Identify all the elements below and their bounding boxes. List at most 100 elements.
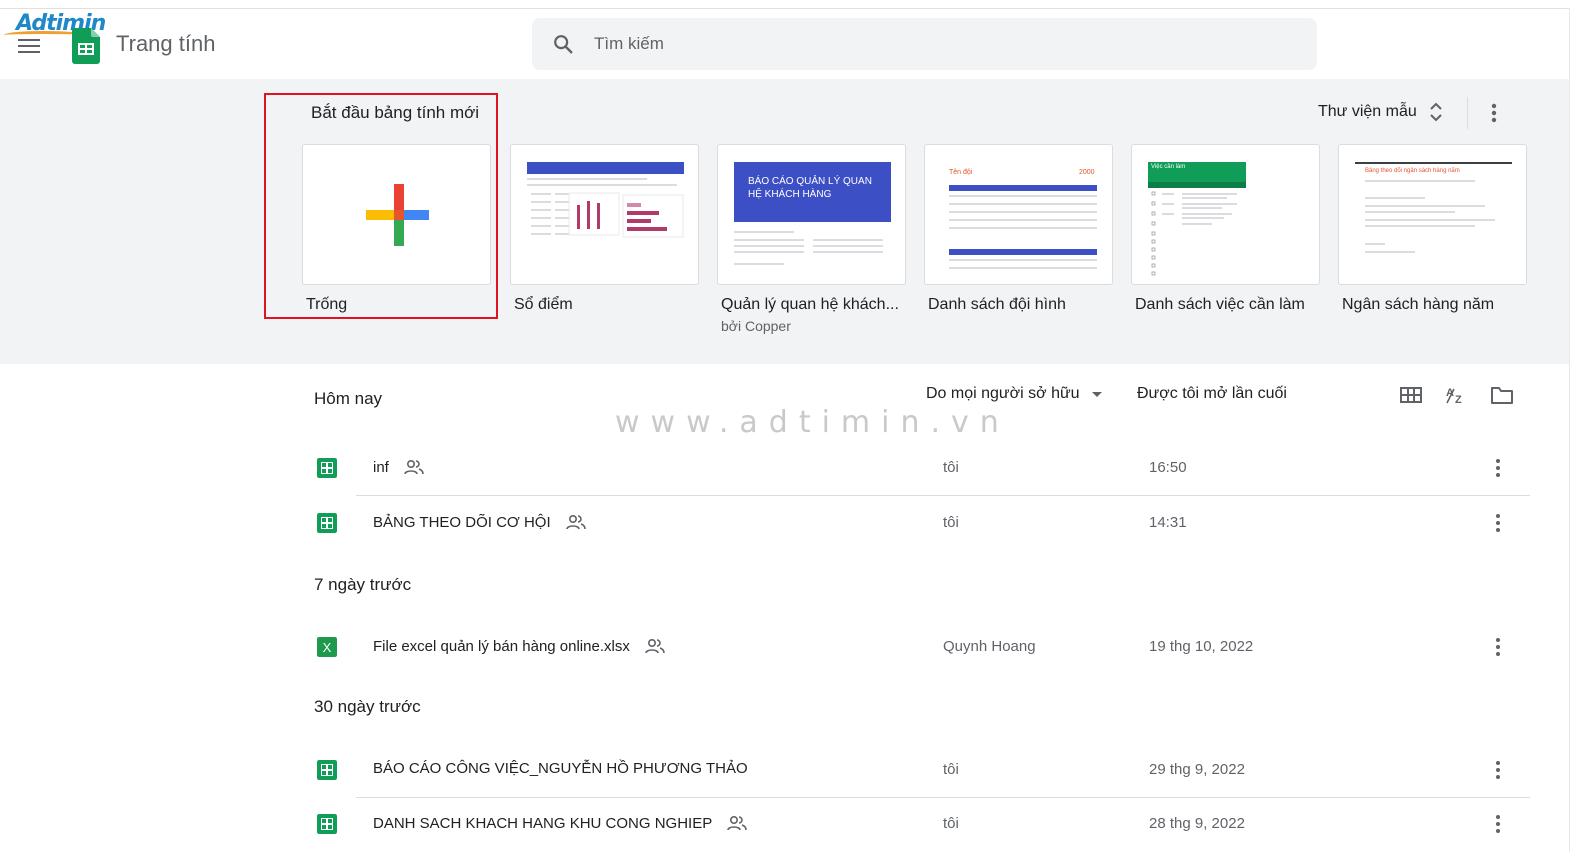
file-last-opened: 14:31 [1149, 514, 1187, 531]
sort-az-icon[interactable]: A Z [1443, 383, 1469, 407]
grid-view-icon[interactable] [1398, 383, 1424, 407]
file-row[interactable]: BẢNG THEO DÕI CƠ HỘI tôi 14:31 [300, 496, 1530, 550]
search-bar[interactable] [532, 18, 1317, 70]
gallery-title: Bắt đầu bảng tính mới [311, 103, 480, 122]
template-roster[interactable]: Tên đội 2000 Danh sách đội hình [924, 144, 1113, 314]
plus-icon [366, 184, 429, 246]
thumb-line [1365, 219, 1495, 221]
thumb-line [734, 231, 794, 233]
template-todo[interactable]: Việc cần làm Danh sách việc cần làm [1131, 144, 1320, 314]
more-vert-icon[interactable] [1488, 757, 1508, 783]
thumb-line [813, 239, 883, 241]
sheets-file-icon [317, 814, 337, 834]
file-row[interactable]: X File excel quản lý bán hàng online.xls… [300, 620, 1530, 674]
template-name: Trống [306, 296, 348, 313]
template-library-button[interactable]: Thư viện mẫu [1318, 101, 1443, 123]
file-owner: tôi [943, 459, 959, 476]
thumb-checklist [1151, 191, 1237, 276]
folder-icon[interactable] [1489, 383, 1515, 407]
sheets-app-icon[interactable] [72, 28, 100, 64]
thumb-line [949, 211, 1097, 213]
thumb-line [734, 251, 804, 253]
file-last-opened: 19 thg 10, 2022 [1149, 638, 1254, 655]
section-title: 30 ngày trước [314, 697, 421, 716]
file-owner: tôi [943, 514, 959, 531]
more-vert-icon[interactable] [1482, 99, 1506, 127]
menu-icon-line [18, 45, 40, 47]
file-owner: tôi [943, 761, 959, 778]
thumb-header-bar [949, 185, 1097, 191]
thumb-line [1365, 243, 1385, 245]
file-owner: tôi [943, 815, 959, 832]
search-input[interactable] [594, 30, 1274, 58]
search-icon[interactable] [552, 33, 574, 55]
template-blank[interactable]: Trống [302, 144, 491, 314]
file-name[interactable]: inf [373, 458, 425, 476]
more-vert-icon[interactable] [1488, 634, 1508, 660]
menu-icon-line [18, 39, 40, 41]
file-row[interactable]: DANH SACH KHACH HANG KHU CONG NGHIEP tôi… [300, 797, 1530, 851]
template-thumbnail[interactable]: Việc cần làm [1131, 144, 1320, 285]
file-last-opened: 29 thg 9, 2022 [1149, 761, 1245, 778]
thumb-line [1365, 251, 1415, 253]
template-crm[interactable]: BÁO CÁO QUẢN LÝ QUAN HỆ KHÁCH HÀNG Quản … [717, 144, 906, 334]
file-name[interactable]: File excel quản lý bán hàng online.xlsx [373, 637, 666, 655]
file-name-text: BẢNG THEO DÕI CƠ HỘI [373, 513, 551, 531]
unfold-icon [1430, 102, 1442, 122]
svg-text:X: X [323, 640, 332, 655]
file-name[interactable]: DANH SACH KHACH HANG KHU CONG NGHIEP [373, 814, 748, 832]
template-gradebook[interactable]: Sổ điểm [510, 144, 699, 314]
file-row[interactable]: BÁO CÁO CÔNG VIỆC_NGUYỄN HỒ PHƯƠNG THẢO … [300, 743, 1530, 797]
template-thumbnail[interactable] [302, 144, 491, 285]
thumb-line [1365, 197, 1425, 199]
more-vert-icon[interactable] [1488, 811, 1508, 837]
template-thumbnail[interactable] [510, 144, 699, 285]
thumb-line [949, 259, 1097, 261]
template-thumbnail[interactable]: BÁO CÁO QUẢN LÝ QUAN HỆ KHÁCH HÀNG [717, 144, 906, 285]
main-menu-button[interactable] [18, 35, 46, 57]
thumb-line [949, 219, 1097, 221]
template-thumbnail[interactable]: Tên đội 2000 [924, 144, 1113, 285]
thumb-top-rule [1355, 162, 1512, 164]
shared-people-icon [727, 815, 748, 831]
file-last-opened: 28 thg 9, 2022 [1149, 815, 1245, 832]
thumb-line [1365, 211, 1455, 213]
sheets-file-icon [317, 760, 337, 780]
file-last-opened: 16:50 [1149, 459, 1187, 476]
more-vert-icon[interactable] [1488, 510, 1508, 536]
file-owner: Quynh Hoang [943, 638, 1036, 655]
shared-people-icon [565, 514, 586, 530]
thumb-banner-title: BÁO CÁO QUẢN LÝ QUAN HỆ KHÁCH HÀNG [748, 176, 872, 200]
thumb-banner: BÁO CÁO QUẢN LÝ QUAN HỆ KHÁCH HÀNG [734, 162, 891, 222]
owner-filter-label: Do mọi người sở hữu [926, 385, 1080, 402]
template-name: Danh sách việc cần làm [1135, 296, 1305, 313]
template-name: Quản lý quan hệ khách... [721, 296, 899, 313]
template-thumbnail[interactable]: Bảng theo dõi ngân sách hàng năm [1338, 144, 1527, 285]
last-opened-header[interactable]: Được tôi mở lần cuối [1137, 385, 1287, 403]
thumb-line [734, 245, 804, 247]
template-annual-budget[interactable]: Bảng theo dõi ngân sách hàng năm Ngân sá… [1338, 144, 1527, 314]
app-title: Trang tính [116, 31, 216, 56]
menu-icon-line [18, 51, 40, 53]
file-name[interactable]: BÁO CÁO CÔNG VIỆC_NGUYỄN HỒ PHƯƠNG THẢO [373, 760, 748, 777]
sheets-file-icon [317, 513, 337, 533]
thumb-line [813, 245, 883, 247]
thumb-line [949, 195, 1097, 197]
thumb-line [734, 263, 784, 265]
thumb-title: Tên đội [949, 169, 973, 176]
file-name-text: BÁO CÁO CÔNG VIỆC_NGUYỄN HỒ PHƯƠNG THẢO [373, 760, 748, 777]
template-name: Ngân sách hàng năm [1342, 296, 1495, 313]
file-name-text: inf [373, 458, 389, 476]
template-author: bởi Copper [721, 318, 791, 334]
svg-text:Z: Z [1455, 394, 1462, 406]
more-vert-icon[interactable] [1488, 455, 1508, 481]
file-name[interactable]: BẢNG THEO DÕI CƠ HỘI [373, 513, 587, 531]
thumb-header-bar [949, 249, 1097, 255]
section-title: Hôm nay [314, 389, 383, 408]
template-gallery: Bắt đầu bảng tính mới Thư viện mẫu Trống [0, 79, 1569, 364]
file-row[interactable]: inf tôi 16:50 [300, 441, 1530, 495]
scrollbar-track[interactable] [1569, 8, 1587, 852]
sheets-file-icon [317, 458, 337, 478]
owner-filter-dropdown[interactable]: Do mọi người sở hữu [926, 385, 1102, 403]
shared-people-icon [645, 638, 665, 654]
